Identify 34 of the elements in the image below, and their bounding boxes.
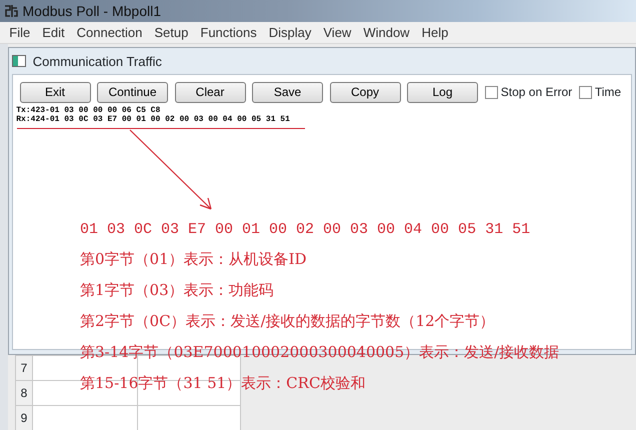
window-title: Modbus Poll - Mbpoll1 — [22, 2, 162, 21]
menu-item[interactable]: Edit — [36, 22, 71, 44]
toolbar-button[interactable]: Save — [252, 82, 323, 103]
toolbar-button[interactable]: Log — [407, 82, 478, 103]
menu-item[interactable]: View — [317, 22, 358, 44]
hex-string: 01 03 0C 03 E7 00 01 00 02 00 03 00 04 00 05 31 51 — [80, 221, 530, 238]
row-number: 8 — [16, 380, 32, 406]
toolbar-button[interactable]: Continue — [97, 82, 168, 103]
traffic-line: Tx:423-01 03 00 00 00 06 C5 C8 — [16, 106, 160, 115]
annotation-text: 第15-16字节（31 51）表示：CRC校验和 — [80, 374, 366, 392]
checkbox-label: Stop on Error — [500, 84, 572, 102]
checkbox[interactable] — [578, 86, 592, 99]
annotation-text: 第0字节（01）表示：从机设备ID — [80, 250, 307, 268]
menu-item[interactable]: Window — [357, 22, 416, 44]
menu-item[interactable]: File — [3, 22, 36, 44]
menu-item[interactable]: Connection — [70, 22, 148, 44]
menu-item[interactable]: Help — [416, 22, 454, 44]
annotation-text: 第3-14字节（03E700010002000300040005）表示：发送/接收数据 — [80, 343, 560, 361]
menu-item[interactable]: Functions — [194, 22, 263, 44]
toolbar-button[interactable]: Clear — [174, 82, 246, 103]
window-icon — [12, 55, 26, 68]
app-icon — [3, 3, 20, 19]
annotation-text: 第1字节（03）表示：功能码 — [80, 281, 274, 299]
traffic-line: Rx:424-01 03 0C 03 E7 00 01 00 02 00 03 00 04 00 05 31 51 — [16, 115, 290, 124]
toolbar-button[interactable]: Copy — [330, 82, 400, 103]
row-number: 7 — [16, 356, 32, 381]
row-number: 9 — [16, 406, 32, 430]
menu-item[interactable]: Display — [262, 22, 318, 44]
panel-title: Communication Traffic — [32, 52, 162, 70]
checkbox-label: Time — [594, 84, 622, 102]
menu-item[interactable]: Setup — [148, 22, 194, 44]
toolbar-button[interactable]: Exit — [20, 82, 90, 103]
annotation-text: 第2字节（0C）表示：发送/接收的数据的字节数（12个字节） — [80, 312, 495, 330]
checkbox[interactable] — [484, 86, 498, 99]
